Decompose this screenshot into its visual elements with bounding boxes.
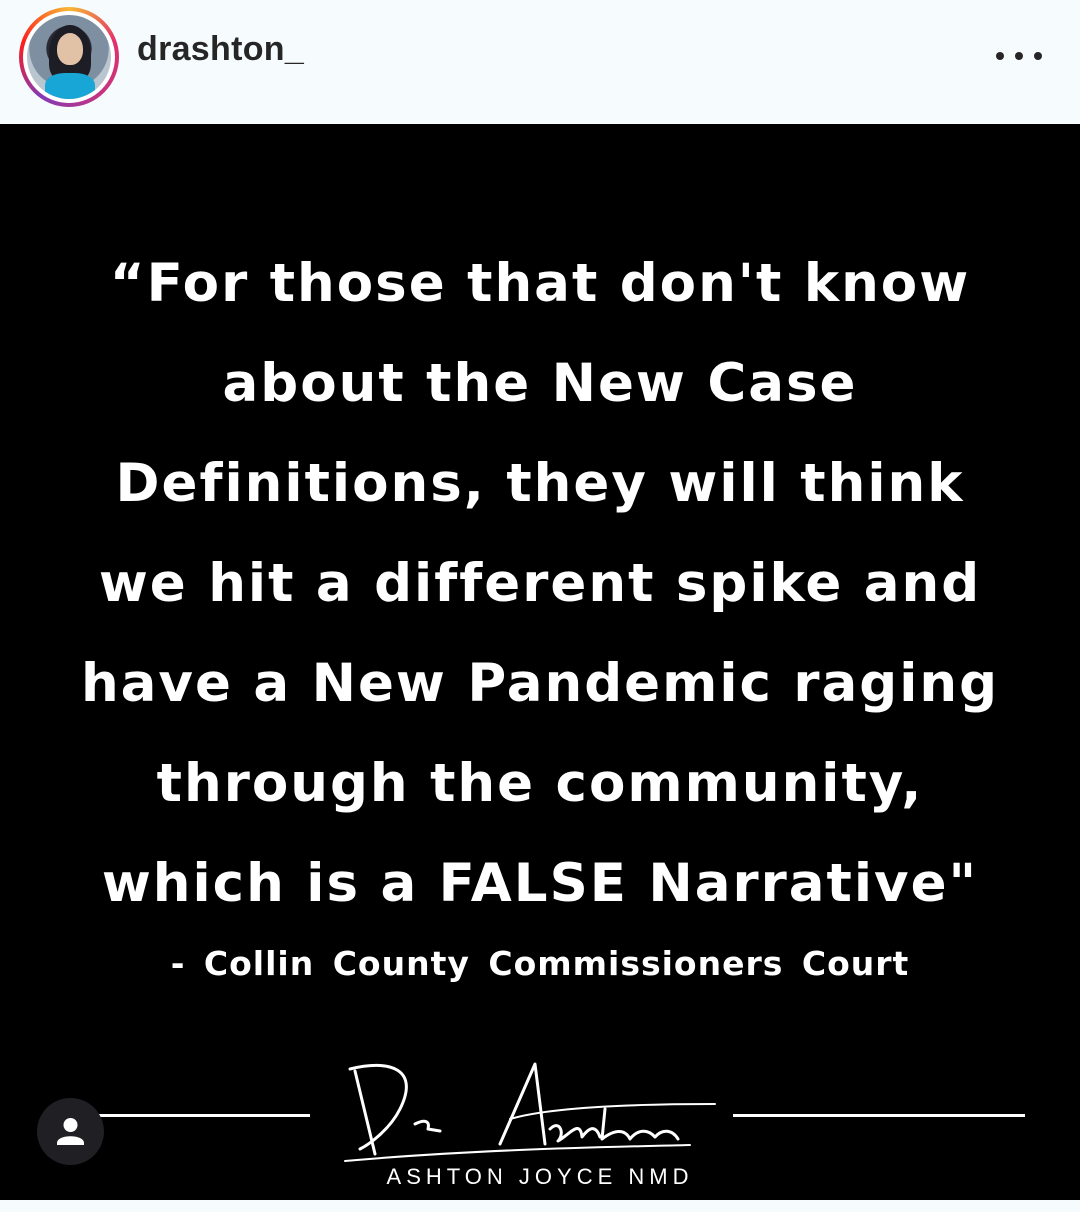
post-image[interactable]: “For those that don't know about the New… (0, 124, 1080, 1200)
dot-3 (1034, 52, 1042, 60)
quote-line: which is a FALSE Narrative" (101, 853, 979, 914)
more-options-icon[interactable] (996, 50, 1042, 62)
quote-text: “For those that don't know about the New… (40, 234, 1040, 934)
quote-line: through the community, (156, 753, 924, 814)
user-tag-icon[interactable] (37, 1098, 104, 1165)
quote-line: about the New Case (222, 353, 858, 414)
quote-line: “For those that don't know (109, 253, 971, 314)
quote-line: Definitions, they will think (115, 453, 965, 514)
avatar-border (23, 11, 115, 103)
signature-logo (344, 1062, 716, 1162)
quote-line: we hit a different spike and (98, 553, 982, 614)
dot-1 (996, 52, 1004, 60)
avatar-scarf (45, 73, 95, 99)
person-icon (57, 1118, 84, 1145)
username[interactable]: drashton_ (137, 30, 304, 69)
quote-attribution: - Collin County Commissioners Court (170, 944, 910, 983)
post-header: drashton_ (0, 0, 1080, 124)
divider-left (96, 1114, 310, 1117)
dot-2 (1015, 52, 1023, 60)
story-ring[interactable] (19, 7, 119, 107)
avatar[interactable] (27, 15, 111, 99)
divider-right (733, 1114, 1025, 1117)
post-footer-strip (0, 1200, 1080, 1212)
brand-line: ASHTON JOYCE NMD (386, 1164, 694, 1189)
quote-line: have a New Pandemic raging (80, 653, 1000, 714)
avatar-face (57, 33, 83, 65)
